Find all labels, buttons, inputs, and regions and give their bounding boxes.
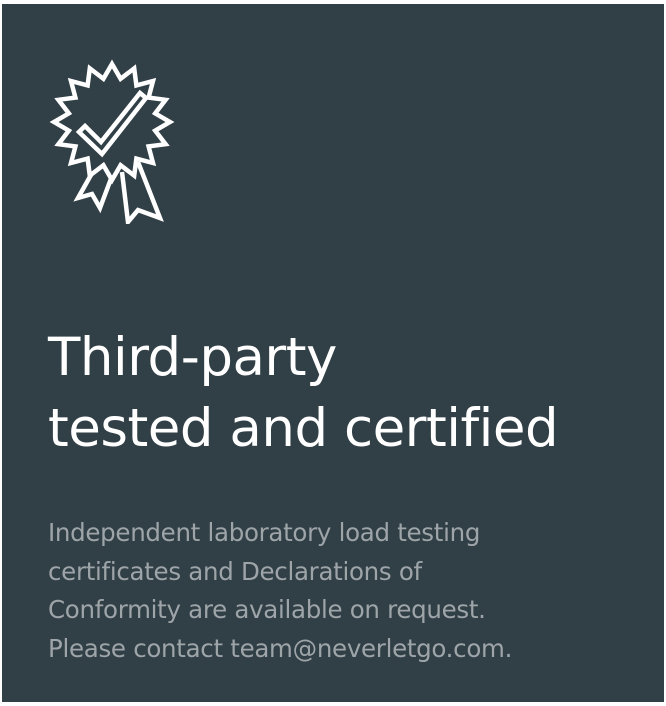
description-text: Independent laboratory load testing cert…	[48, 514, 648, 668]
title-line-2: tested and certified	[48, 398, 559, 459]
certified-badge-icon	[49, 59, 175, 224]
certification-card: Third-party tested and certified Indepen…	[2, 4, 664, 702]
description-line-4: Please contact team@neverletgo.com.	[48, 633, 513, 663]
description-line-3: Conformity are available on request.	[48, 595, 486, 624]
description-line-1: Independent laboratory load testing	[48, 518, 481, 547]
description-line-2: certificates and Declarations of	[48, 556, 422, 586]
page-title: Third-party tested and certified	[48, 322, 648, 464]
title-line-1: Third-party	[48, 327, 337, 388]
